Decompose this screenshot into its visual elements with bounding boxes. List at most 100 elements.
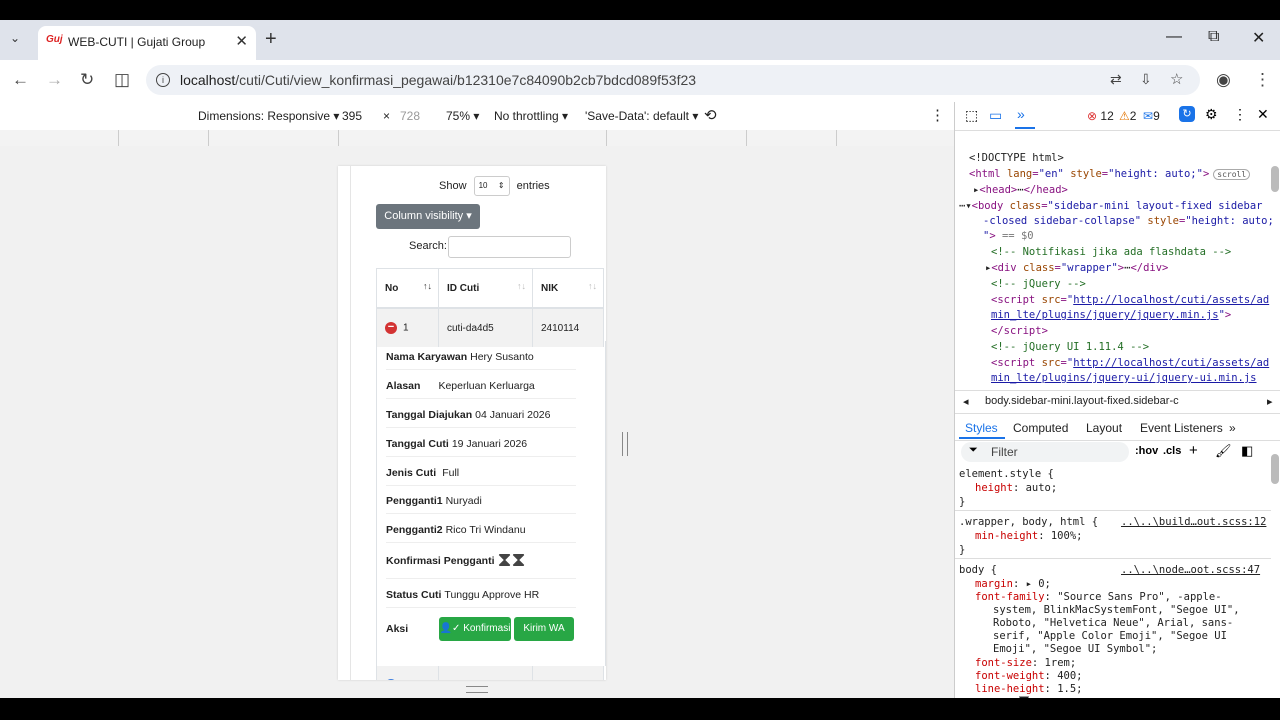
close-tab-icon[interactable]: ✕ bbox=[235, 32, 248, 50]
crumb-right-icon[interactable]: ▸ bbox=[1267, 395, 1273, 408]
ai-assistance-icon[interactable]: ↻ bbox=[1179, 106, 1195, 122]
split-view-icon[interactable]: ◫ bbox=[114, 70, 130, 90]
close-devtools-icon[interactable]: ✕ bbox=[1257, 106, 1269, 123]
warning-count[interactable]: ⚠2 bbox=[1119, 109, 1136, 123]
elements-scrollbar[interactable] bbox=[1271, 166, 1279, 192]
more-tabs-icon[interactable]: » bbox=[1229, 421, 1236, 435]
column-header-no[interactable]: No ↑↓ bbox=[376, 268, 439, 309]
search-input[interactable] bbox=[448, 236, 571, 258]
new-rule-icon[interactable]: + bbox=[1189, 442, 1198, 459]
minimize-icon[interactable]: — bbox=[1166, 28, 1182, 46]
device-mode-icon[interactable]: ▭ bbox=[989, 107, 1002, 124]
detail-pengganti2: Pengganti2 Rico Tri Windanu bbox=[386, 524, 576, 543]
styles-scrollbar[interactable] bbox=[1271, 454, 1279, 484]
device-toolbar: Dimensions: Responsive ▾ 395 × 728 75% ▾… bbox=[0, 102, 954, 130]
throttling-select[interactable]: No throttling ▾ bbox=[494, 109, 568, 123]
tab-computed[interactable]: Computed bbox=[1013, 421, 1068, 435]
tab-event-listeners[interactable]: Event Listeners bbox=[1140, 421, 1223, 435]
table-row[interactable]: +2 cuti-b1c42 2410114 bbox=[376, 666, 604, 680]
crumb-left-icon[interactable]: ◂ bbox=[963, 395, 969, 408]
detail-pengganti1: Pengganti1 Nuryadi bbox=[386, 495, 576, 514]
error-count[interactable]: ⊗ 12 bbox=[1087, 109, 1114, 123]
device-more-icon[interactable]: ⋮ bbox=[930, 106, 945, 124]
sort-icon: ↑↓ bbox=[588, 281, 597, 291]
kirim-wa-button[interactable]: Kirim WA bbox=[514, 617, 574, 641]
message-count[interactable]: ✉9 bbox=[1143, 109, 1160, 123]
tab-search-icon[interactable]: ⌄ bbox=[10, 31, 20, 45]
install-app-icon[interactable]: ⇩ bbox=[1140, 71, 1152, 88]
devtools-menu-icon[interactable]: ⋮ bbox=[1233, 106, 1247, 123]
browser-menu-icon[interactable]: ⋮ bbox=[1254, 70, 1271, 90]
data-table-continued: +2 cuti-b1c42 2410114 bbox=[376, 666, 604, 680]
browser-window: ⌄ Guj WEB-CUTI | Gujati Group ✕ + — ⧉ ✕ … bbox=[0, 20, 1280, 698]
back-icon[interactable]: ← bbox=[12, 70, 29, 90]
detail-nama: Nama Karyawan Hery Susanto bbox=[386, 351, 576, 370]
data-table: No ↑↓ ID Cuti ↑↓ NIK ↑↓ −1 cuti-da4d5 24101… bbox=[376, 268, 604, 347]
color-swatch[interactable] bbox=[1019, 696, 1030, 698]
konfirmasi-button[interactable]: 👤✓ Konfirmasi bbox=[439, 617, 511, 641]
tab-title: WEB-CUTI | Gujati Group bbox=[68, 35, 206, 49]
url-text[interactable]: localhost/cuti/Cuti/view_konfirmasi_pega… bbox=[180, 72, 696, 88]
height-input[interactable]: 728 bbox=[400, 109, 420, 123]
column-header-nik[interactable]: NIK ↑↓ bbox=[532, 268, 604, 309]
site-info-icon[interactable]: i bbox=[156, 73, 170, 87]
user-check-icon: 👤✓ bbox=[439, 623, 461, 634]
inspect-icon[interactable]: ⬚ bbox=[965, 107, 978, 124]
close-window-icon[interactable]: ✕ bbox=[1252, 28, 1265, 48]
column-visibility-button[interactable]: Column visibility ▾ bbox=[376, 204, 480, 229]
reload-icon[interactable]: ↻ bbox=[80, 70, 94, 90]
emulated-page: Show 10 ⇕ entries Column visibility ▾ Sea… bbox=[338, 166, 606, 680]
dimensions-select[interactable]: Dimensions: Responsive ▾ bbox=[198, 109, 339, 123]
dom-breadcrumb[interactable]: ◂ body.sidebar-mini.layout-fixed.sidebar… bbox=[955, 390, 1280, 414]
media-query-ruler bbox=[0, 130, 954, 147]
bookmark-star-icon[interactable]: ☆ bbox=[1170, 70, 1183, 88]
translate-icon[interactable]: ⇄ bbox=[1110, 71, 1122, 88]
detail-status-cuti: Status Cuti Tunggu Approve HR bbox=[386, 589, 576, 608]
times-icon: × bbox=[383, 109, 391, 123]
save-data-select[interactable]: 'Save-Data': default ▾ bbox=[585, 109, 698, 123]
tab-styles[interactable]: Styles bbox=[965, 421, 998, 435]
cls-toggle[interactable]: .cls bbox=[1163, 445, 1181, 457]
site-favicon-icon: Guj bbox=[46, 34, 63, 45]
hov-toggle[interactable]: :hov bbox=[1135, 445, 1158, 457]
hourglass-icon: ⧗⧗ bbox=[497, 549, 526, 571]
address-bar-row: ← → ↻ ◫ i localhost/cuti/Cuti/view_konfi… bbox=[0, 60, 1280, 103]
column-header-id-cuti[interactable]: ID Cuti ↑↓ bbox=[438, 268, 533, 309]
detail-konfirmasi-pengganti: Konfirmasi Pengganti ⧗⧗ bbox=[386, 549, 576, 579]
styles-rules[interactable]: element.style { height: auto; } .wrapper… bbox=[955, 466, 1280, 698]
device-resize-handle[interactable] bbox=[622, 432, 628, 456]
elements-tree[interactable]: <!DOCTYPE html> <html lang="en" style="h… bbox=[955, 130, 1280, 384]
profile-icon[interactable]: ◉ bbox=[1216, 70, 1231, 90]
styles-filter-input[interactable]: ⏷ Filter bbox=[961, 442, 1129, 462]
omnibox[interactable]: i localhost/cuti/Cuti/view_konfirmasi_pe… bbox=[146, 65, 1200, 95]
restore-icon[interactable]: ⧉ bbox=[1208, 28, 1219, 46]
forward-icon[interactable]: → bbox=[46, 70, 63, 90]
new-tab-icon[interactable]: + bbox=[265, 28, 277, 51]
tab-bar: ⌄ Guj WEB-CUTI | Gujati Group ✕ + — ⧉ ✕ bbox=[0, 20, 1280, 60]
more-panels-icon[interactable]: » bbox=[1017, 106, 1025, 122]
paint-brush-icon[interactable]: 🖌 bbox=[1215, 443, 1232, 459]
sort-asc-icon: ↑↓ bbox=[423, 281, 432, 291]
length-control: Show 10 ⇕ entries bbox=[439, 176, 550, 196]
rotate-icon[interactable]: ⟲ bbox=[704, 106, 717, 124]
toggle-sidebar-icon[interactable]: ◧ bbox=[1241, 443, 1253, 459]
zoom-select[interactable]: 75% ▾ bbox=[446, 109, 479, 123]
detail-jenis-cuti: Jenis Cuti Full bbox=[386, 467, 576, 486]
content-card: Show 10 ⇕ entries Column visibility ▾ Sea… bbox=[350, 166, 606, 680]
row-detail: Nama Karyawan Hery Susanto Alasan Keperlua… bbox=[376, 341, 606, 666]
device-bottom-handle[interactable] bbox=[466, 686, 488, 693]
styles-panel-tabs: Styles Computed Layout Event Listeners » bbox=[955, 416, 1280, 441]
styles-filter-row: ⏷ Filter :hov .cls + 🖌 ◧ bbox=[955, 442, 1280, 464]
detail-tanggal-cuti: Tanggal Cuti 19 Januari 2026 bbox=[386, 438, 576, 457]
tab-layout[interactable]: Layout bbox=[1086, 421, 1122, 435]
devtools-toolbar: ⬚ ▭ » ⊗ 12 ⚠2 ✉9 ↻ ⚙ ⋮ ✕ bbox=[955, 102, 1280, 131]
browser-tab[interactable]: Guj WEB-CUTI | Gujati Group ✕ bbox=[38, 26, 256, 60]
expand-row-icon[interactable]: + bbox=[385, 679, 397, 680]
entries-select[interactable]: 10 ⇕ bbox=[473, 176, 510, 196]
collapse-row-icon[interactable]: − bbox=[385, 322, 397, 334]
filter-icon: ⏷ bbox=[969, 444, 978, 456]
sort-icon: ↑↓ bbox=[517, 281, 526, 291]
settings-gear-icon[interactable]: ⚙ bbox=[1205, 106, 1218, 123]
width-input[interactable]: 395 bbox=[342, 109, 362, 123]
detail-tanggal-diajukan: Tanggal Diajukan 04 Januari 2026 bbox=[386, 409, 576, 428]
